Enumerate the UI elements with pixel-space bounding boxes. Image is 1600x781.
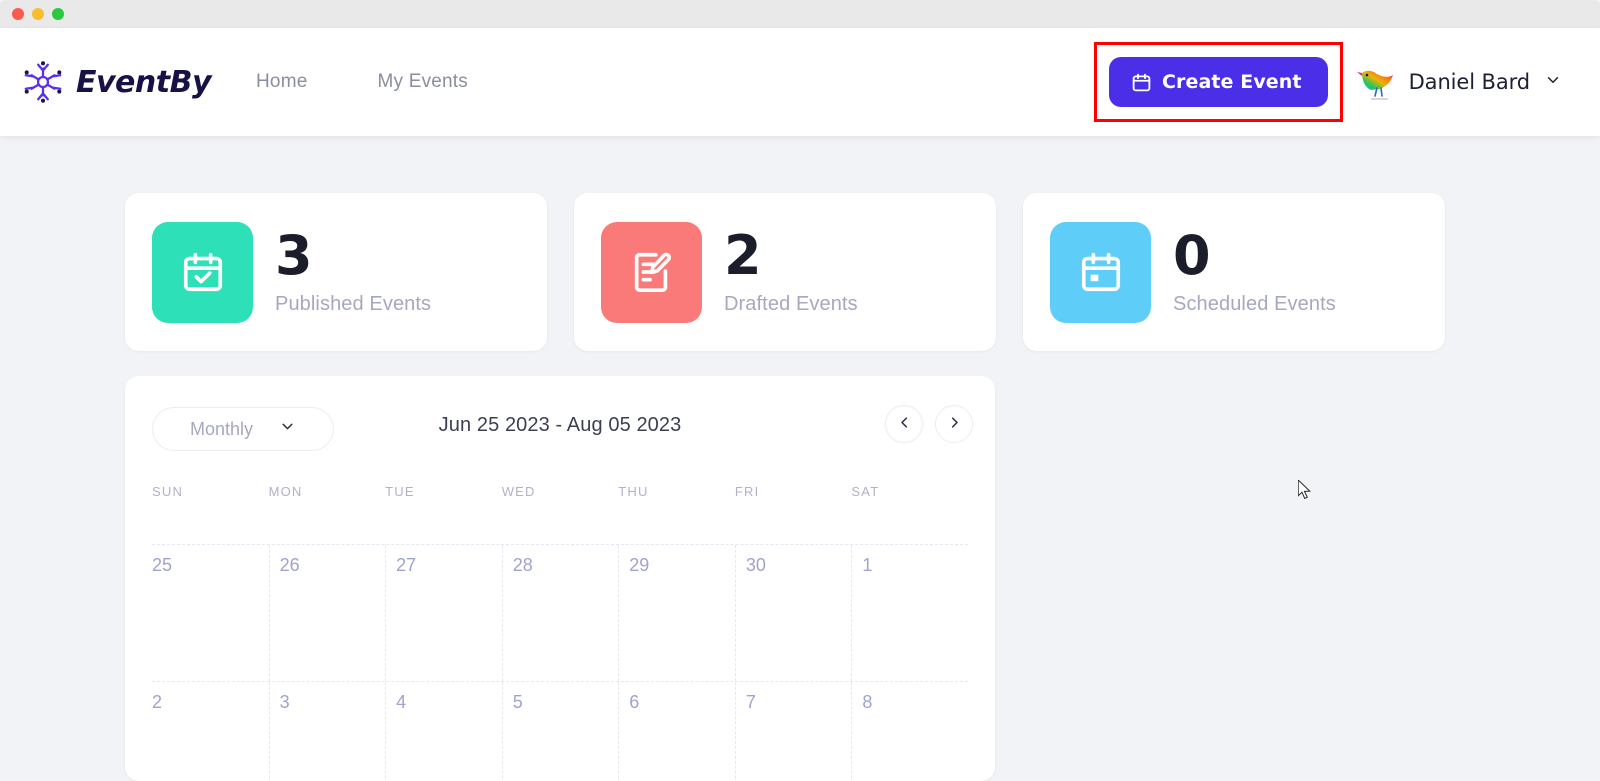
create-event-label: Create Event [1161, 71, 1302, 93]
top-navbar: EventBy Home My Events Create Event Dani… [0, 28, 1600, 136]
stat-value: 0 [1173, 223, 1211, 287]
calendar-weekday-header: SUN MON TUE WED THU FRI SAT [125, 484, 995, 530]
calendar-day-number: 8 [862, 692, 873, 712]
weekday-label: TUE [385, 484, 415, 499]
weekday-label: SUN [152, 484, 184, 499]
weekday-label: MON [268, 484, 303, 499]
calendar-day-cell[interactable]: 7 [734, 682, 852, 781]
weekday-label: THU [618, 484, 649, 499]
stat-label: Published Events [275, 292, 432, 315]
chevron-left-icon [897, 415, 912, 433]
avatar[interactable] [1355, 60, 1399, 104]
calendar-day-cell[interactable]: 30 [734, 545, 852, 681]
calendar-day-cell[interactable]: 4 [385, 682, 502, 781]
calendar-day-cell[interactable]: 27 [385, 545, 502, 681]
nav-link-home[interactable]: Home [256, 71, 307, 93]
brand-name: EventBy [76, 64, 212, 100]
calendar-day-cell[interactable]: 8 [851, 682, 968, 781]
stat-text: 2 Drafted Events [724, 223, 858, 316]
window-titlebar [0, 0, 1600, 28]
next-period-button[interactable] [935, 405, 973, 443]
weekday-label: FRI [734, 484, 760, 499]
calendar-week-row: 25 26 27 28 29 30 1 [152, 544, 968, 681]
calendar-icon [1050, 221, 1151, 323]
calendar-day-cell[interactable]: 26 [268, 545, 386, 681]
calendar-icon [1131, 72, 1152, 93]
calendar-day-cell[interactable]: 29 [618, 545, 735, 681]
calendar-day-number: 5 [512, 692, 523, 712]
navbar-right-section: Create Event Daniel Bard [1093, 42, 1562, 122]
zoom-window-button[interactable] [52, 8, 64, 20]
main-navigation: Home My Events [256, 71, 468, 93]
create-event-button[interactable]: Create Event [1108, 57, 1328, 107]
calendar-day-number: 3 [279, 692, 290, 712]
document-edit-icon [601, 221, 702, 323]
weekday-label: SAT [851, 484, 880, 499]
minimize-window-button[interactable] [32, 8, 44, 20]
snowflake-logo-icon [20, 59, 66, 105]
calendar-day-number: 30 [745, 555, 766, 575]
stat-card-published[interactable]: 3 Published Events [125, 193, 547, 351]
calendar-week-row: 2 3 4 5 6 7 8 [152, 681, 968, 781]
calendar-day-number: 7 [745, 692, 756, 712]
calendar-day-cell[interactable]: 3 [268, 682, 386, 781]
stat-card-drafted[interactable]: 2 Drafted Events [574, 193, 996, 351]
stat-cards: 3 Published Events 2 Drafted Events 0 Sc… [125, 193, 1445, 351]
stat-value: 2 [724, 223, 762, 287]
calendar-grid: 25 26 27 28 29 30 1 2 3 4 5 6 7 8 [125, 544, 995, 781]
calendar-day-cell[interactable]: 1 [851, 545, 968, 681]
calendar-date-range: Jun 25 2023 - Aug 05 2023 [438, 414, 682, 436]
calendar-day-number: 26 [279, 555, 300, 575]
close-window-button[interactable] [12, 8, 24, 20]
stat-value: 3 [275, 223, 313, 287]
create-event-highlight-box: Create Event [1093, 42, 1343, 122]
calendar-day-cell[interactable]: 6 [618, 682, 735, 781]
calendar-navigation [885, 405, 973, 443]
calendar-day-number: 29 [629, 555, 650, 575]
calendar-panel: Monthly Jun 25 2023 - Aug 05 2023 SUN MO… [125, 376, 995, 781]
stat-text: 3 Published Events [275, 223, 432, 316]
calendar-day-number: 28 [512, 555, 533, 575]
calendar-day-cell[interactable]: 28 [501, 545, 619, 681]
brand-logo[interactable]: EventBy [20, 59, 212, 105]
stat-card-scheduled[interactable]: 0 Scheduled Events [1023, 193, 1445, 351]
app-window: EventBy Home My Events Create Event Dani… [0, 0, 1600, 781]
calendar-check-icon [152, 221, 253, 323]
calendar-day-number: 1 [862, 555, 873, 575]
weekday-label: WED [501, 484, 536, 499]
calendar-day-cell[interactable]: 25 [152, 545, 269, 681]
calendar-day-number: 2 [152, 692, 163, 712]
stat-text: 0 Scheduled Events [1173, 223, 1336, 316]
mouse-cursor [1297, 478, 1312, 505]
chevron-down-icon[interactable] [1544, 71, 1562, 94]
calendar-day-number: 27 [396, 555, 417, 575]
stat-label: Scheduled Events [1173, 292, 1336, 315]
calendar-day-number: 6 [629, 692, 640, 712]
chevron-right-icon [947, 415, 962, 433]
calendar-day-number: 4 [396, 692, 407, 712]
calendar-day-number: 25 [152, 555, 173, 575]
calendar-day-cell[interactable]: 5 [501, 682, 619, 781]
previous-period-button[interactable] [885, 405, 923, 443]
stat-label: Drafted Events [724, 292, 858, 315]
nav-link-my-events[interactable]: My Events [377, 71, 468, 93]
calendar-toolbar: Monthly Jun 25 2023 - Aug 05 2023 [125, 376, 995, 476]
user-name: Daniel Bard [1408, 70, 1530, 94]
calendar-day-cell[interactable]: 2 [152, 682, 269, 781]
